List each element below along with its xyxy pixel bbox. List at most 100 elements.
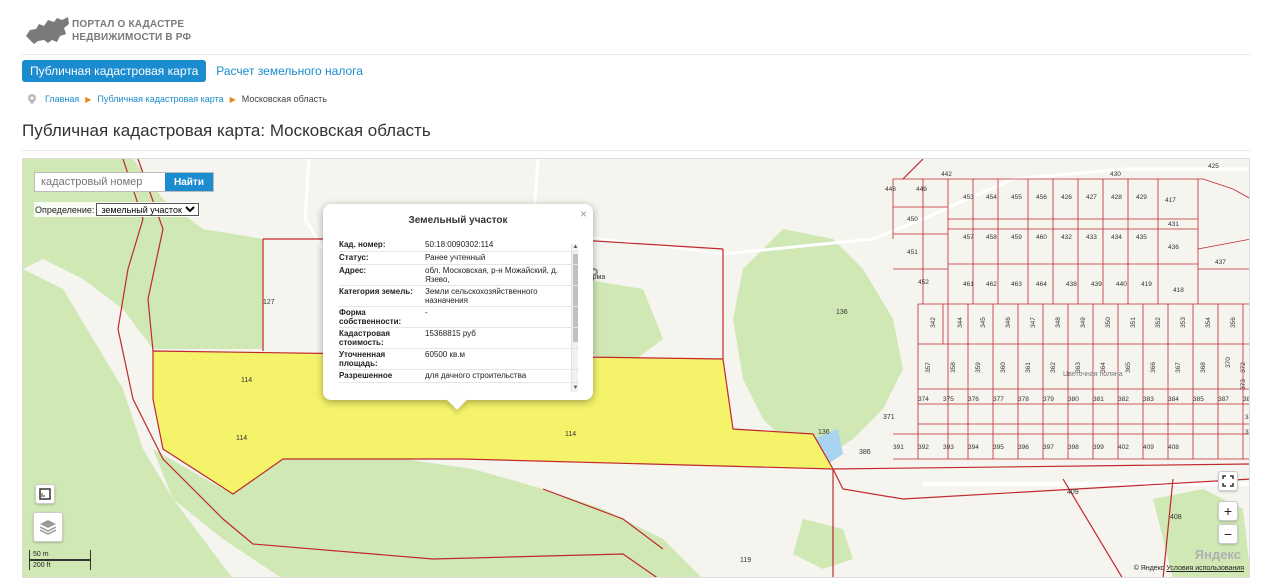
map-canvas[interactable] [23,159,1250,578]
lot-number: 398 [1068,444,1079,451]
breadcrumb-arrow-icon: ▶ [229,94,236,104]
divider [22,150,1250,151]
lot-number: 389 [1245,414,1249,421]
lot-number: 376 [968,396,979,403]
terms-link[interactable]: Условия использования [1166,565,1244,572]
lot-number: 394 [968,444,979,451]
lot-number: 458 [986,234,997,241]
info-row: Уточненная площадь: 60500 кв.м [339,349,579,370]
row-value: 15368815 руб [425,329,476,338]
row-value: Земли сельскохозяйственного назначения [425,287,538,305]
map-scale: 50 m 200 ft [29,550,91,570]
lot-number: 436 [1168,244,1179,251]
info-row: Форма собственности: - [339,307,579,328]
scale-meters: 50 m [29,550,91,560]
zoom-out-button[interactable]: − [1218,524,1238,544]
lot-number: 454 [986,194,997,201]
cadastral-map[interactable]: 127 114 114 114 136 136 119 409 408 386 371 448 449 4… [22,158,1250,578]
parcel-label: 409 [1067,489,1079,496]
lot-number: 442 [941,171,952,178]
row-key: Статус: [339,253,369,262]
breadcrumb-home[interactable]: Главная [45,94,79,104]
yandex-brand: Яндекс [1194,547,1241,562]
info-row: Адрес: обл. Московская, р-н Можайский, д.… [339,265,579,286]
lot-number: 461 [963,281,974,288]
lot-number: 431 [1168,221,1179,228]
lot-number: 365 [1124,362,1132,373]
parcel-label: 408 [1170,514,1182,521]
lot-number: 367 [1174,362,1182,373]
lot-number: 360 [999,362,1007,373]
lot-number: 377 [993,396,1004,403]
parcel-label: 114 [241,377,253,384]
layers-button[interactable] [33,512,63,542]
lot-number: 379 [1043,396,1054,403]
lot-number: 375 [943,396,954,403]
lot-number: 388 [1243,396,1250,403]
definition-select[interactable]: земельный участок [96,203,200,216]
lot-number: 390 [1245,429,1249,436]
fullscreen-button[interactable] [1218,471,1238,491]
lot-number: 349 [1079,317,1087,328]
row-value: Ранее учтенный [425,253,486,262]
lot-number: 419 [1141,281,1152,288]
lot-number: 434 [1111,234,1122,241]
lot-number: 345 [979,317,987,328]
popup-title: Земельный участок [408,215,508,226]
lot-number: 351 [1129,317,1137,328]
breadcrumb-current: Московская область [241,94,327,104]
breadcrumb-map[interactable]: Публичная кадастровая карта [97,94,223,104]
yandex-logo: Яндекс [1195,547,1241,562]
lot-number: 362 [1049,362,1057,373]
lot-number: 350 [1104,317,1112,328]
tab-land-tax[interactable]: Расчет земельного налога [208,64,371,78]
cadastral-number-input[interactable] [35,173,163,191]
lot-number: 395 [993,444,1004,451]
lot-number: 370 [1224,357,1232,368]
site-logo[interactable]: ПОРТАЛ О КАДАСТРЕ НЕДВИЖИМОСТИ В РФ [24,14,284,48]
search-button[interactable]: Найти [165,173,213,191]
lot-number: 451 [907,249,918,256]
row-key: Кадастровая стоимость: [339,329,391,347]
info-row: Статус: Ранее учтенный [339,252,579,265]
tab-cadastral-map[interactable]: Публичная кадастровая карта [22,60,207,82]
copyright-text: © Яндекс [1133,565,1165,572]
lot-number: 348 [1054,317,1062,328]
row-value: обл. Московская, р-н Можайский, д. Язево… [425,266,558,284]
lot-number: 387 [1218,396,1229,403]
ruler-button[interactable] [35,484,55,504]
parcel-info-table: Кад. номер: 50:18:0090302:114 Статус: Ране… [339,239,579,387]
lot-number: 359 [974,362,982,373]
lot-number: 455 [1011,194,1022,201]
lot-number: 429 [1136,194,1147,201]
zoom-in-button[interactable]: + [1218,501,1238,521]
row-value: 50:18:0090302:114 [425,240,494,249]
logo-title: ПОРТАЛ О КАДАСТРЕ НЕДВИЖИМОСТИ В РФ [72,18,191,44]
lot-number: 453 [963,194,974,201]
info-row: Категория земель: Земли сельскохозяйствен… [339,286,579,307]
lot-number: 352 [1154,317,1162,328]
lot-number: 354 [1204,317,1212,328]
main-tabs: Публичная кадастровая карта Расчет земел… [22,60,371,82]
lot-number: 463 [1011,281,1022,288]
breadcrumb-arrow-icon: ▶ [85,94,92,104]
parcel-label: 119 [740,557,752,564]
lot-number: 380 [1068,396,1079,403]
lot-number: 459 [1011,234,1022,241]
lot-number: 439 [1091,281,1102,288]
search-bar: Найти [34,172,214,192]
lot-number: 374 [918,396,929,403]
info-row: Кадастровая стоимость: 15368815 руб [339,328,579,349]
lot-number: 433 [1086,234,1097,241]
lot-number: 437 [1215,259,1226,266]
lot-number: 399 [1093,444,1104,451]
lot-number: 344 [956,317,964,328]
lot-number: 366 [1149,362,1157,373]
row-value: для дачного строительства [425,371,527,380]
lot-number: 393 [943,444,954,451]
lot-number: 426 [1061,194,1072,201]
lot-number: 368 [1199,362,1207,373]
lot-number: 457 [963,234,974,241]
ruler-icon [39,488,51,500]
lot-number: 353 [1179,317,1187,328]
